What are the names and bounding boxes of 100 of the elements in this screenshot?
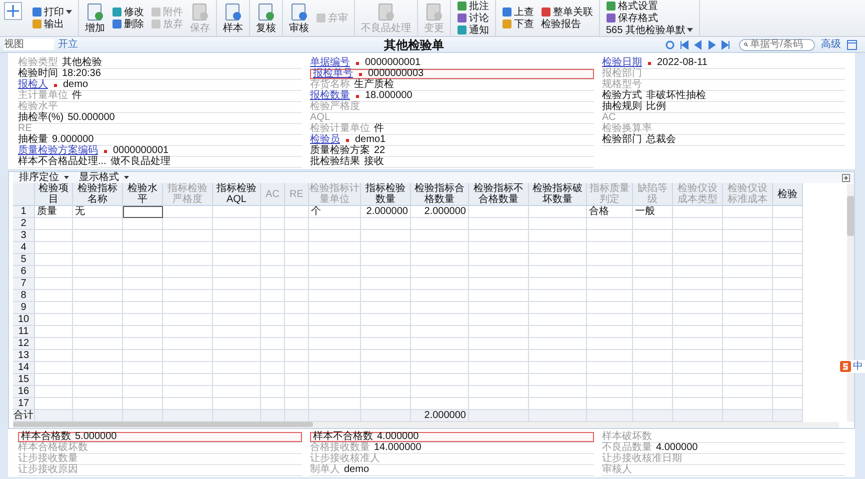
form-field[interactable]: 抽检量 9.000000 [18, 135, 302, 146]
form-field[interactable]: 不良品数量 4.000000 [602, 443, 845, 454]
field-label: 批检验结果 [310, 157, 360, 167]
form-field[interactable]: 检验方式 非破坏性抽检 [602, 91, 845, 102]
column-header[interactable]: 检验水平 [123, 183, 163, 206]
row-number: 5 [13, 254, 35, 266]
column-header[interactable]: 检验项目 [35, 183, 73, 206]
column-header[interactable]: 指标检验数量 [361, 183, 411, 206]
window-title: 其他检验单 [384, 38, 444, 52]
toolbar-button[interactable]: 删除 [110, 18, 146, 30]
table-cell [411, 338, 469, 350]
total-cell [73, 410, 123, 422]
table-cell [411, 314, 469, 326]
toolbar-button[interactable]: 下查 [500, 18, 536, 30]
row-number: 9 [13, 302, 35, 314]
toolbar-button[interactable]: 打印 [30, 6, 74, 18]
table-cell [723, 278, 773, 290]
form-field[interactable]: 制单人 demo [310, 465, 594, 476]
column-header[interactable]: 检验指标合格数量 [411, 183, 469, 206]
table-cell [285, 206, 309, 218]
table-cell [411, 350, 469, 362]
table-cell [123, 386, 163, 398]
vertical-scrollbar[interactable] [847, 184, 854, 422]
form-field[interactable]: 检验类型 其他检验 [18, 58, 302, 69]
toolbar-button[interactable]: 批注 [455, 0, 491, 12]
column-header[interactable]: 检验 [773, 183, 803, 206]
table-cell [529, 254, 587, 266]
input-method-indicator[interactable]: 中 [838, 360, 865, 373]
toolbar-icon [541, 7, 551, 17]
table-cell [587, 338, 633, 350]
table-cell [411, 266, 469, 278]
form-field[interactable]: 主计量单位 件 [18, 91, 302, 102]
toolbar-button[interactable]: 讨论 [455, 12, 491, 24]
new-button[interactable] [4, 2, 22, 20]
table-cell [123, 362, 163, 374]
form-field[interactable]: 合格接收数量 14.000000 [310, 443, 594, 454]
table-cell [163, 206, 213, 218]
table-cell [773, 206, 803, 218]
form-field[interactable]: 抽检规则 比例 [602, 102, 845, 113]
form-field[interactable]: 样本不合格品处理... 做不良品处理 [18, 157, 302, 168]
table-cell [213, 266, 261, 278]
toolbar-button[interactable]: 增加 [83, 2, 107, 34]
column-header[interactable]: 指标检验AQL [213, 183, 261, 206]
form-field[interactable]: 检验计量单位 件 [310, 124, 594, 135]
menu-button[interactable]: 排序定位 [19, 172, 69, 183]
form-field[interactable]: 批检验结果 接收 [310, 157, 594, 168]
table-cell [73, 278, 123, 290]
form-field[interactable]: 报检人 demo [18, 80, 302, 91]
search-field[interactable]: 单据号/条码 [739, 38, 815, 50]
toolbar-button[interactable]: 修改 [110, 6, 146, 18]
expand-icon[interactable] [842, 174, 850, 182]
menu-button[interactable]: 显示格式 [79, 172, 129, 183]
toolbar-button[interactable]: 整单关联 [539, 6, 595, 18]
layout-icon[interactable] [847, 40, 857, 50]
toolbar-button[interactable]: 上查 [500, 6, 536, 18]
table-cell [633, 254, 673, 266]
form-field[interactable]: 检验员 demo1 [310, 135, 594, 146]
form-field[interactable]: 存货名称 生产质检 [310, 80, 594, 91]
table-cell [587, 350, 633, 362]
form-field[interactable]: 报检数量 18.000000 [310, 91, 594, 102]
toolbar-button[interactable]: 565 其他检验单默 [604, 24, 696, 36]
column-header[interactable]: 检验指标不合格数量 [469, 183, 529, 206]
toolbar-button[interactable]: 检验报告 [539, 18, 595, 30]
table-cell [73, 254, 123, 266]
total-cell [529, 410, 587, 422]
table-cell [633, 230, 673, 242]
column-header[interactable]: 检验指标名称 [73, 183, 123, 206]
table-cell [285, 278, 309, 290]
form-field[interactable]: 质量检验方案编码 0000000001 [18, 146, 302, 157]
table-cell [163, 338, 213, 350]
table-cell [261, 218, 285, 230]
toolbar-button[interactable]: 保存格式 [604, 12, 696, 24]
column-header[interactable]: 检验指标破坏数量 [529, 183, 587, 206]
table-cell [73, 290, 123, 302]
table-cell [633, 290, 673, 302]
table-cell [773, 266, 803, 278]
table-cell [309, 278, 361, 290]
form-field[interactable]: 报检单号 0000000003 [310, 69, 594, 80]
toolbar-button[interactable]: 审核 [287, 2, 311, 34]
table-cell-editor[interactable] [123, 206, 163, 218]
form-field[interactable]: 样本不合格数 4.000000 [310, 432, 594, 443]
toolbar-button[interactable]: 复核 [254, 2, 278, 34]
advanced-link[interactable]: 高级 [821, 39, 841, 50]
table-cell [673, 374, 723, 386]
form-field[interactable]: 检验日期 2022-08-11 [602, 58, 845, 69]
form-field[interactable]: 抽检率(%) 50.000000 [18, 113, 302, 124]
toolbar-button[interactable]: 通知 [455, 24, 491, 36]
table-cell [529, 218, 587, 230]
form-field[interactable]: 质量检验方案 22 [310, 146, 594, 157]
toolbar-button[interactable]: 格式设置 [604, 0, 696, 12]
table-cell [261, 278, 285, 290]
horizontal-scrollbar[interactable] [13, 422, 839, 428]
field-label: 样本不合格数 [313, 432, 373, 442]
form-field[interactable]: 检验部门 总裁会 [602, 135, 845, 146]
form-field[interactable]: 样本合格数 5.000000 [18, 432, 302, 443]
table-cell [773, 314, 803, 326]
toolbar-button[interactable]: 输出 [30, 18, 74, 30]
toolbar-button[interactable]: 样本 [221, 2, 245, 34]
table-cell [723, 266, 773, 278]
form-field[interactable]: 检验时间 18:20:36 [18, 69, 302, 80]
